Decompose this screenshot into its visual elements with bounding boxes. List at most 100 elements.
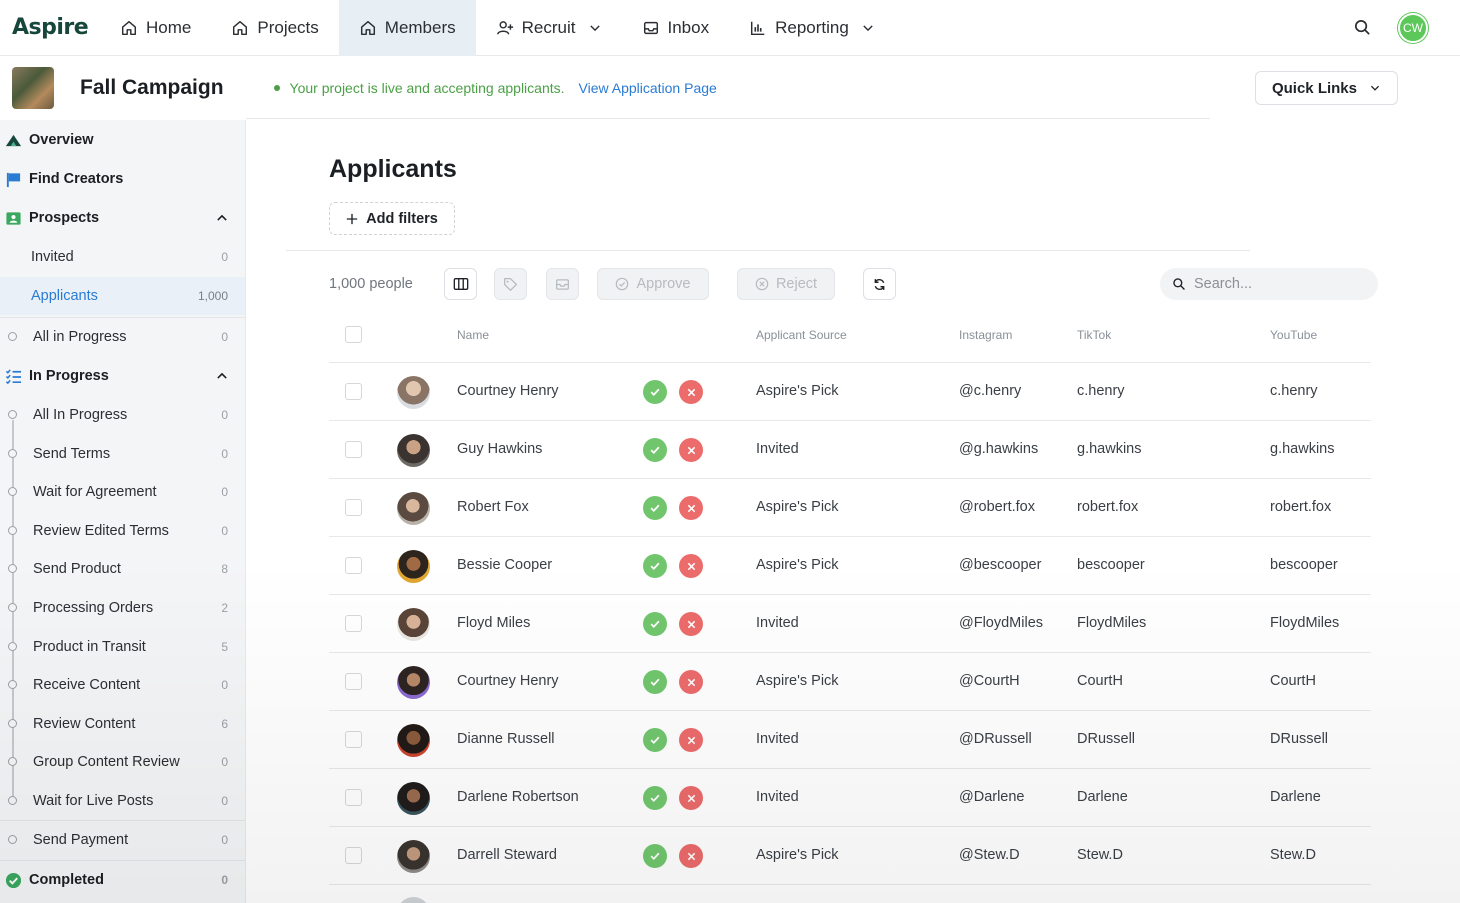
cell-source: Invited	[756, 789, 799, 805]
table-row[interactable]: Courtney Henry Aspire's Pick @c.henry c.…	[329, 363, 1371, 421]
sidebar-item-count: 0	[221, 873, 228, 887]
approve-row-button[interactable]	[643, 728, 667, 752]
people-count: 1,000 people	[329, 276, 413, 292]
reject-row-button[interactable]	[679, 670, 703, 694]
row-checkbox[interactable]	[345, 673, 362, 690]
refresh-button[interactable]	[863, 268, 896, 300]
reject-button[interactable]: Reject	[737, 268, 835, 300]
close-icon	[687, 852, 695, 860]
reject-row-button[interactable]	[679, 554, 703, 578]
row-checkbox[interactable]	[345, 557, 362, 574]
reject-row-button[interactable]	[679, 438, 703, 462]
approve-row-button[interactable]	[643, 786, 667, 810]
table-row[interactable]: Dianne Russell Invited @DRussell DRussel…	[329, 711, 1371, 769]
sidebar-item-send-product[interactable]: Send Product 8	[0, 550, 245, 588]
sidebar-item-applicants[interactable]: Applicants 1,000	[0, 277, 245, 315]
column-header-instagram[interactable]: Instagram	[959, 328, 1012, 342]
sidebar-item-group-content-review[interactable]: Group Content Review 0	[0, 743, 245, 781]
nav-recruit[interactable]: Recruit	[476, 0, 622, 56]
chevron-up-icon[interactable]	[215, 369, 229, 383]
sidebar-item-all-in-progress-sub[interactable]: All In Progress 0	[0, 396, 245, 434]
aspire-logo[interactable]: Aspire	[12, 15, 92, 40]
search-field[interactable]	[1160, 268, 1378, 300]
table-row[interactable]: Darrell Steward Aspire's Pick @Stew.D St…	[329, 827, 1371, 885]
approve-row-button[interactable]	[643, 844, 667, 868]
avatar	[397, 782, 430, 815]
nav-projects[interactable]: Projects	[211, 0, 338, 56]
sidebar-item-find-creators[interactable]: Find Creators	[0, 160, 245, 198]
reject-row-button[interactable]	[679, 612, 703, 636]
sidebar-item-send-payment[interactable]: Send Payment 0	[0, 821, 245, 859]
sidebar-section-in-progress[interactable]: In Progress	[0, 357, 245, 395]
message-button[interactable]	[546, 268, 579, 300]
table-row[interactable]: Darlene Robertson Invited @Darlene Darle…	[329, 769, 1371, 827]
reject-row-button[interactable]	[679, 786, 703, 810]
sidebar-item-completed[interactable]: Completed 0	[0, 861, 245, 899]
nav-members[interactable]: Members	[338, 0, 476, 56]
sidebar-item-all-in-progress[interactable]: All in Progress 0	[0, 318, 245, 356]
add-filters-button[interactable]: Add filters	[329, 202, 455, 235]
nav-inbox[interactable]: Inbox	[622, 0, 730, 56]
sidebar-item-label: Send Product	[33, 561, 121, 577]
cell-source: Aspire's Pick	[756, 847, 839, 863]
approve-row-button[interactable]	[643, 554, 667, 578]
sidebar-item-label: Wait for Agreement	[33, 484, 157, 500]
row-checkbox[interactable]	[345, 731, 362, 748]
table-row[interactable]: Courtney Henry Aspire's Pick @CourtH Cou…	[329, 653, 1371, 711]
view-application-page-link[interactable]: View Application Page	[579, 80, 717, 96]
column-header-youtube[interactable]: YouTube	[1270, 328, 1317, 342]
table-row[interactable]: Guy Hawkins Invited @g.hawkins g.hawkins…	[329, 421, 1371, 479]
column-header-tiktok[interactable]: TikTok	[1077, 328, 1111, 342]
approve-row-button[interactable]	[643, 496, 667, 520]
cell-tiktok: CourtH	[1077, 673, 1123, 689]
reject-row-button[interactable]	[679, 496, 703, 520]
row-checkbox[interactable]	[345, 847, 362, 864]
approve-row-button[interactable]	[643, 380, 667, 404]
row-checkbox[interactable]	[345, 789, 362, 806]
project-status-text: Your project is live and accepting appli…	[289, 80, 565, 96]
column-header-source[interactable]: Applicant Source	[756, 328, 847, 342]
approve-button[interactable]: Approve	[597, 268, 709, 300]
sidebar-item-review-edited-terms[interactable]: Review Edited Terms 0	[0, 512, 245, 550]
close-icon	[687, 678, 695, 686]
search-icon[interactable]	[1353, 18, 1372, 37]
column-header-name[interactable]: Name	[457, 328, 489, 342]
row-checkbox[interactable]	[345, 615, 362, 632]
sidebar-item-processing-orders[interactable]: Processing Orders 2	[0, 589, 245, 627]
select-all-checkbox[interactable]	[345, 326, 362, 343]
reject-row-button[interactable]	[679, 380, 703, 404]
row-checkbox[interactable]	[345, 441, 362, 458]
nav-home[interactable]: Home	[100, 0, 211, 56]
cell-tiktok: bescooper	[1077, 557, 1145, 573]
quick-links-button[interactable]: Quick Links	[1254, 71, 1398, 105]
sidebar-item-invited[interactable]: Invited 0	[0, 238, 245, 276]
approve-row-button[interactable]	[643, 612, 667, 636]
user-avatar[interactable]: CW	[1398, 12, 1428, 43]
sidebar-item-receive-content[interactable]: Receive Content 0	[0, 666, 245, 704]
reject-row-button[interactable]	[679, 728, 703, 752]
approve-row-button[interactable]	[643, 670, 667, 694]
reject-row-button[interactable]	[679, 844, 703, 868]
sidebar-item-send-terms[interactable]: Send Terms 0	[0, 435, 245, 473]
sidebar-item-product-in-transit[interactable]: Product in Transit 5	[0, 628, 245, 666]
sidebar-item-label: Review Content	[33, 716, 136, 732]
sidebar-item-wait-for-agreement[interactable]: Wait for Agreement 0	[0, 473, 245, 511]
table-row[interactable]: Robert Fox Aspire's Pick @robert.fox rob…	[329, 479, 1371, 537]
tag-button[interactable]	[494, 268, 527, 300]
row-checkbox[interactable]	[345, 383, 362, 400]
nav-members-label: Members	[384, 17, 456, 37]
sidebar-item-overview[interactable]: Overview	[0, 121, 245, 159]
columns-button[interactable]	[444, 268, 477, 300]
sidebar-item-wait-for-live-posts[interactable]: Wait for Live Posts 0	[0, 782, 245, 820]
table-row[interactable]: Bessie Cooper Aspire's Pick @bescooper b…	[329, 537, 1371, 595]
nav-reporting[interactable]: Reporting	[729, 0, 895, 56]
sidebar-item-review-content[interactable]: Review Content 6	[0, 705, 245, 743]
approve-row-button[interactable]	[643, 438, 667, 462]
sidebar-section-prospects[interactable]: Prospects	[0, 199, 245, 237]
table-row[interactable]: Floyd Miles Invited @FloydMiles FloydMil…	[329, 595, 1371, 653]
search-input[interactable]	[1194, 276, 1364, 292]
row-checkbox[interactable]	[345, 499, 362, 516]
sidebar-item-label: Processing Orders	[33, 600, 154, 616]
chevron-up-icon[interactable]	[215, 211, 229, 225]
cell-youtube: g.hawkins	[1270, 441, 1335, 457]
